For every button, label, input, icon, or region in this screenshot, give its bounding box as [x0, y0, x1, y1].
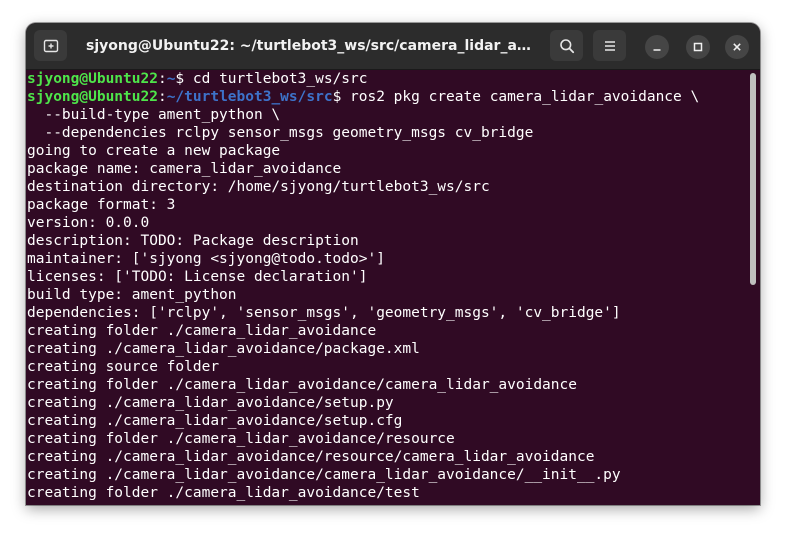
output-line: creating folder ./camera_lidar_avoidance…	[27, 377, 577, 393]
close-button[interactable]	[725, 35, 749, 59]
output-line: creating ./camera_lidar_avoidance/setup.…	[27, 395, 394, 411]
prompt-line: sjyong@Ubuntu22:~$ cd turtlebot3_ws/src	[26, 70, 748, 88]
output-line: going to create a new package	[27, 143, 281, 159]
prompt-suffix: $	[332, 89, 351, 105]
prompt-user-host: sjyong@Ubuntu22	[27, 71, 158, 87]
menu-button[interactable]	[593, 30, 626, 61]
output-line: build type: ament_python	[27, 287, 237, 303]
output-line: creating folder ./camera_lidar_avoidance…	[27, 485, 420, 501]
search-icon	[559, 38, 574, 53]
output-line: description: TODO: Package description	[27, 233, 359, 249]
vertical-scrollbar[interactable]	[750, 73, 756, 285]
maximize-icon	[693, 42, 703, 52]
title-bar[interactable]: sjyong@Ubuntu22: ~/turtlebot3_ws/src/cam…	[26, 23, 760, 70]
terminal-window: sjyong@Ubuntu22: ~/turtlebot3_ws/src/cam…	[26, 23, 760, 505]
hamburger-menu-icon	[604, 40, 615, 51]
output-line: creating ./camera_lidar_avoidance/resour…	[27, 449, 595, 465]
output-line: maintainer: ['sjyong <sjyong@todo.todo>'…	[27, 251, 385, 267]
output-line: creating source folder	[27, 359, 220, 375]
prompt-suffix: $	[175, 71, 193, 87]
prompt-user-host: sjyong@Ubuntu22	[27, 89, 158, 105]
maximize-button[interactable]	[686, 35, 710, 59]
output-line: creating ./camera_lidar_avoidance/setup.…	[27, 413, 403, 429]
output-line: creating folder ./camera_lidar_avoidance	[27, 323, 377, 339]
prompt-line: sjyong@Ubuntu22:~/turtlebot3_ws/src$ ros…	[26, 88, 748, 106]
prompt-colon: :	[157, 71, 167, 87]
output-line: package format: 3	[27, 197, 176, 213]
output-line: --build-type ament_python \	[27, 107, 281, 123]
output-line: destination directory: /home/sjyong/turt…	[27, 179, 490, 195]
window-title: sjyong@Ubuntu22: ~/turtlebot3_ws/src/cam…	[86, 38, 534, 54]
output-line: version: 0.0.0	[27, 215, 150, 231]
prompt-path: ~/turtlebot3_ws/src	[166, 89, 333, 105]
output-line: package name: camera_lidar_avoidance	[27, 161, 342, 177]
prompt-command: cd turtlebot3_ws/src	[192, 71, 368, 87]
search-button[interactable]	[550, 30, 583, 61]
new-tab-icon	[43, 39, 58, 52]
output-line: licenses: ['TODO: License declaration']	[27, 269, 368, 285]
minimize-icon	[653, 49, 661, 51]
minimize-button[interactable]	[645, 35, 669, 59]
output-line: creating folder ./camera_lidar_avoidance…	[27, 431, 455, 447]
output-line: creating ./camera_lidar_avoidance/packag…	[27, 341, 420, 357]
prompt-command: ros2 pkg create camera_lidar_avoidance \	[350, 89, 700, 105]
output-line: dependencies: ['rclpy', 'sensor_msgs', '…	[27, 305, 621, 321]
close-icon	[733, 43, 741, 51]
new-tab-button[interactable]	[34, 30, 67, 61]
output-line: creating ./camera_lidar_avoidance/camera…	[27, 467, 621, 483]
terminal-output[interactable]: sjyong@Ubuntu22:~$ cd turtlebot3_ws/src …	[26, 70, 748, 505]
prompt-colon: :	[157, 89, 167, 105]
output-line: --dependencies rclpy sensor_msgs geometr…	[27, 125, 534, 141]
